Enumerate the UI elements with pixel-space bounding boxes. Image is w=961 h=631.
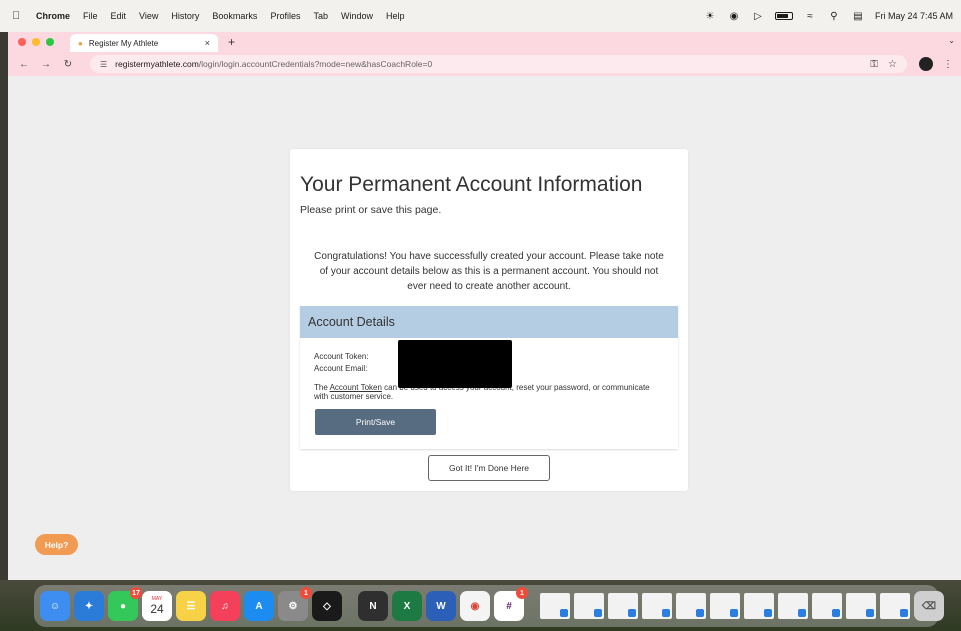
macos-dock: ☺ ✦ ● 17 MAY 24 ☰ ♫ A ⚙ 1 ◇ N X W ◉ #1 ⌫ — [34, 585, 944, 627]
tab-close-icon[interactable]: × — [205, 38, 210, 48]
menu-file[interactable]: File — [83, 11, 98, 21]
tab-search-chevron-down-icon[interactable]: ⌄ — [948, 36, 955, 45]
music-icon[interactable]: ♫ — [210, 591, 240, 621]
menu-bookmarks[interactable]: Bookmarks — [212, 11, 257, 21]
document-stack-icon[interactable] — [540, 593, 570, 619]
help-button[interactable]: Help? — [35, 534, 78, 555]
page-viewport: Your Permanent Account Information Pleas… — [8, 76, 961, 580]
menu-app-name[interactable]: Chrome — [36, 11, 70, 21]
address-bar-actions: ⚿ ☆ — [870, 59, 897, 70]
account-email-label: Account Email: — [314, 364, 368, 373]
tab-title: Register My Athlete — [88, 38, 159, 48]
slack-icon[interactable]: #1 — [494, 587, 528, 621]
reload-icon[interactable]: ↻ — [60, 59, 76, 70]
menu-tab[interactable]: Tab — [313, 11, 328, 21]
recent-document-icon[interactable] — [608, 593, 638, 619]
menu-view[interactable]: View — [139, 11, 158, 21]
trash-icon[interactable]: ⌫ — [914, 591, 944, 621]
more-menu-icon[interactable]: ⋮ — [943, 59, 953, 70]
macos-menu-bar:  Chrome File Edit View History Bookmark… — [0, 0, 961, 32]
tab-strip: ● Register My Athlete × + ⌄ — [8, 32, 961, 52]
control-center-icon[interactable]: ▤ — [851, 10, 865, 22]
safari-icon[interactable]: ✦ — [74, 591, 104, 621]
recent-document-icon[interactable] — [710, 593, 740, 619]
forward-arrow-icon[interactable]: → — [38, 59, 54, 70]
shortcuts-icon[interactable]: ◇ — [312, 591, 342, 621]
recent-document-icon[interactable] — [880, 593, 910, 619]
browser-window: ● Register My Athlete × + ⌄ ← → ↻ ☰ regi… — [8, 32, 961, 580]
new-tab-plus-icon[interactable]: + — [228, 35, 235, 49]
minimize-window-button[interactable] — [32, 38, 40, 46]
notion-icon[interactable]: N — [358, 591, 388, 621]
tab-register-my-athlete[interactable]: ● Register My Athlete × — [70, 34, 218, 52]
creative-cloud-icon[interactable]: ◉ — [727, 10, 741, 22]
address-bar[interactable]: ☰ registermyathlete.com/login/login.acco… — [90, 55, 907, 73]
battery-icon[interactable] — [774, 12, 793, 20]
password-key-icon[interactable]: ⚿ — [870, 59, 878, 70]
recent-document-icon[interactable] — [574, 593, 604, 619]
notes-icon[interactable]: ☰ — [176, 591, 206, 621]
menu-window[interactable]: Window — [341, 11, 373, 21]
recent-document-icon[interactable] — [846, 593, 876, 619]
app-store-icon[interactable]: A — [244, 591, 274, 621]
close-window-button[interactable] — [18, 38, 26, 46]
redaction-block — [398, 340, 512, 388]
url-path: /login/login.accountCredentials?mode=new… — [198, 59, 433, 69]
wifi-icon[interactable]: ≈ — [803, 10, 817, 22]
menu-profiles[interactable]: Profiles — [270, 11, 300, 21]
slack-badge: 1 — [516, 587, 528, 599]
page-subtitle: Please print or save this page. — [300, 204, 442, 216]
extension-icon[interactable]: ☀ — [703, 10, 717, 22]
menu-history[interactable]: History — [171, 11, 199, 21]
spotlight-search-icon[interactable]: ⚲ — [827, 10, 841, 22]
recent-document-icon[interactable] — [676, 593, 706, 619]
recent-document-icon[interactable] — [642, 593, 672, 619]
excel-icon[interactable]: X — [392, 591, 422, 621]
account-token-link[interactable]: Account Token — [330, 383, 382, 392]
messages-icon[interactable]: ● 17 — [108, 587, 142, 621]
account-info-card: Your Permanent Account Information Pleas… — [290, 149, 688, 491]
calendar-day: 24 — [150, 602, 164, 616]
calendar-icon[interactable]: MAY 24 — [142, 591, 172, 621]
settings-badge: 1 — [300, 587, 312, 599]
recent-document-icon[interactable] — [744, 593, 774, 619]
menu-edit[interactable]: Edit — [111, 11, 127, 21]
menu-help[interactable]: Help — [386, 11, 405, 21]
apple-icon[interactable]:  — [12, 10, 26, 22]
menubar-clock[interactable]: Fri May 24 7:45 AM — [875, 11, 953, 21]
recent-document-icon[interactable] — [812, 593, 842, 619]
note-prefix: The — [314, 383, 330, 392]
zoom-window-button[interactable] — [46, 38, 54, 46]
page-title: Your Permanent Account Information — [300, 173, 643, 196]
window-controls — [18, 38, 54, 46]
system-settings-icon[interactable]: ⚙ 1 — [278, 587, 312, 621]
site-favicon-icon: ● — [78, 38, 83, 48]
bookmark-star-icon[interactable]: ☆ — [888, 59, 897, 70]
print-save-button[interactable]: Print/Save — [315, 409, 436, 435]
account-details-panel: Account Details Account Token: Account E… — [300, 306, 678, 449]
account-details-heading: Account Details — [300, 306, 678, 338]
messages-badge: 17 — [130, 587, 142, 599]
site-info-icon[interactable]: ☰ — [100, 60, 107, 69]
done-button[interactable]: Got It! I'm Done Here — [428, 455, 550, 481]
recent-document-icon[interactable] — [778, 593, 808, 619]
finder-icon[interactable]: ☺ — [40, 591, 70, 621]
browser-toolbar: ← → ↻ ☰ registermyathlete.com/login/logi… — [8, 52, 961, 76]
congratulations-message: Congratulations! You have successfully c… — [314, 251, 664, 292]
play-icon[interactable]: ▷ — [751, 10, 765, 22]
back-arrow-icon[interactable]: ← — [16, 59, 32, 70]
account-token-label: Account Token: — [314, 352, 369, 361]
word-icon[interactable]: W — [426, 591, 456, 621]
url-domain: registermyathlete.com — [115, 59, 199, 69]
chrome-icon[interactable]: ◉ — [460, 591, 490, 621]
profile-avatar[interactable] — [919, 57, 933, 71]
menubar-status-area: ☀ ◉ ▷ ≈ ⚲ ▤ Fri May 24 7:45 AM — [703, 10, 961, 22]
